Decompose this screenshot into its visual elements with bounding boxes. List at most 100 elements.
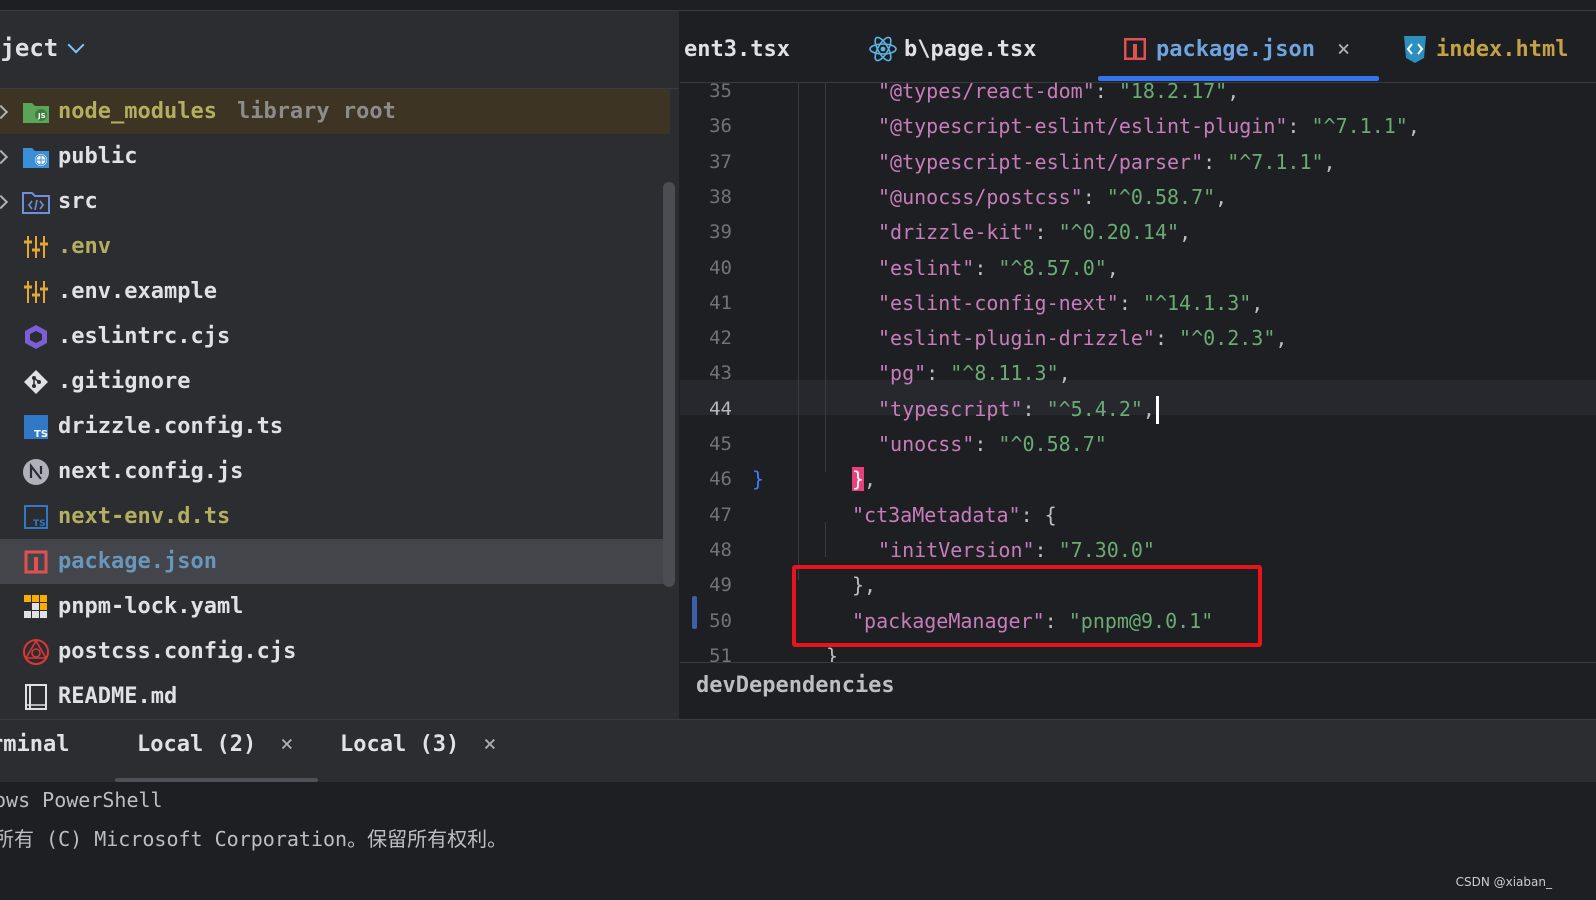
chevron-right-icon[interactable] — [0, 149, 9, 164]
comma: , — [1227, 79, 1240, 103]
line-number: 42 — [709, 327, 732, 350]
tree-item-label: node_modules — [58, 99, 217, 124]
colon: : — [1020, 502, 1045, 527]
code-line[interactable]: "eslint-plugin-drizzle": "^0.2.3", — [878, 321, 1287, 356]
tree-item-label: public — [58, 144, 138, 169]
code-line[interactable]: "unocss": "^0.58.7" — [878, 427, 1107, 462]
json-key: "@typescript-eslint/parser" — [878, 149, 1204, 174]
tree-item-label: next-env.d.ts — [58, 504, 231, 529]
json-string-value: "^0.2.3" — [1179, 326, 1276, 351]
code-line[interactable]: "eslint": "^8.57.0", — [878, 251, 1119, 286]
typescript-icon: TS — [22, 413, 50, 441]
window-top-strip — [0, 0, 1596, 11]
project-tree: JS node_modules library root public src .env.… — [0, 89, 670, 719]
comma: , — [1106, 255, 1119, 280]
json-string-value: "^0.58.7" — [1106, 184, 1216, 209]
tree-item-postcss-config-cjs[interactable]: postcss.config.cjs — [0, 629, 670, 674]
react-icon — [868, 34, 898, 64]
json-key: "unocss" — [878, 432, 975, 456]
close-icon[interactable]: × — [483, 732, 496, 757]
tree-item-src[interactable]: src — [0, 179, 670, 224]
highlight-annotation-box — [792, 565, 1262, 647]
comma: , — [1275, 326, 1288, 351]
json-string-value: "^7.1.1" — [1227, 149, 1324, 174]
json-string-value: "^8.11.3" — [950, 361, 1059, 386]
folder-web-icon — [22, 143, 50, 171]
code-line[interactable]: }, — [852, 462, 876, 497]
json-key: "@typescript-eslint/eslint-plugin" — [878, 114, 1288, 139]
tab-label: package.json — [1156, 36, 1315, 62]
line-number: 36 — [709, 115, 732, 138]
tab-package-json[interactable]: package.json × — [1124, 32, 1350, 66]
tree-item-package-json[interactable]: package.json — [0, 539, 668, 584]
line-number: 48 — [709, 538, 732, 561]
code-line[interactable]: "initVersion": "7.30.0" — [878, 533, 1155, 568]
tree-item-gitignore[interactable]: .gitignore — [0, 359, 670, 404]
svg-text:JS: JS — [37, 112, 46, 120]
code-line[interactable]: "typescript": "^5.4.2", — [878, 392, 1159, 427]
terminal-line: 所有 (C) Microsoft Corporation。保留所有权利。 — [0, 827, 508, 851]
tree-item-public[interactable]: public — [0, 134, 670, 179]
tree-item-drizzle-config-ts[interactable]: TS drizzle.config.ts — [0, 404, 670, 449]
close-icon[interactable]: × — [1337, 37, 1350, 62]
project-title: oject — [0, 34, 59, 62]
line-number: 49 — [709, 574, 732, 597]
comma: , — [1142, 396, 1155, 421]
terminal-tab-local-3[interactable]: Local (3) × — [340, 732, 496, 757]
tab-index-html[interactable]: index.html — [1402, 32, 1568, 66]
tree-item-pnpm-lock-yaml[interactable]: pnpm-lock.yaml — [0, 584, 670, 629]
line-number: 40 — [709, 256, 732, 279]
tree-item-label: .gitignore — [58, 369, 191, 394]
tree-item-env-example[interactable]: .env.example — [0, 269, 670, 314]
code-line[interactable]: "@typescript-eslint/parser": "^7.1.1", — [878, 145, 1336, 180]
breadcrumb-bar: devDependencies — [680, 662, 1596, 719]
tree-item-node-modules[interactable]: JS node_modules library root — [0, 89, 670, 134]
env-file-icon — [22, 233, 50, 261]
tab-label: b\page.tsx — [904, 36, 1037, 62]
code-line[interactable]: "@unocss/postcss": "^0.58.7", — [878, 180, 1227, 215]
json-key: "@types/react-dom" — [878, 79, 1095, 103]
code-line[interactable]: "drizzle-kit": "^0.20.14", — [878, 215, 1191, 250]
terminal-output[interactable]: ows PowerShell 所有 (C) Microsoft Corporat… — [0, 782, 1596, 900]
project-scrollbar[interactable] — [663, 182, 675, 587]
code-line[interactable]: "eslint-config-next": "^14.1.3", — [878, 286, 1263, 321]
terminal-line: ows PowerShell — [0, 788, 163, 812]
tree-item-readme-md[interactable]: README.md — [0, 674, 670, 719]
tree-item-label: pnpm-lock.yaml — [58, 594, 244, 619]
colon: : — [1203, 149, 1228, 174]
close-icon[interactable]: × — [280, 732, 293, 757]
tree-item-label: .env — [58, 234, 111, 259]
terminal-panel: rminal Local (2) × Local (3) × ows PowerSh… — [0, 719, 1596, 900]
chevron-right-icon[interactable] — [0, 104, 9, 119]
code-line[interactable]: "@typescript-eslint/eslint-plugin": "^7.… — [878, 109, 1420, 144]
project-header[interactable]: oject — [0, 26, 85, 70]
tab-page-tsx[interactable]: b\page.tsx — [868, 32, 1036, 66]
colon: : — [1094, 79, 1119, 103]
terminal-tab-label: Local (2) — [137, 732, 257, 757]
pnpm-icon — [22, 593, 50, 621]
colon: : — [1287, 114, 1312, 139]
svg-text:TS: TS — [34, 429, 48, 440]
code-line[interactable]: "@types/react-dom": "18.2.17", — [878, 74, 1239, 109]
terminal-tab-local-2[interactable]: Local (2) × — [137, 732, 293, 757]
tree-item-next-env-d-ts[interactable]: TS next-env.d.ts — [0, 494, 670, 539]
code-line[interactable]: "ct3aMetadata": { — [852, 498, 1057, 533]
chevron-down-icon[interactable] — [67, 36, 85, 54]
tree-item-eslintrc-cjs[interactable]: .eslintrc.cjs — [0, 314, 670, 359]
code-line[interactable]: "pg": "^8.11.3", — [878, 356, 1071, 391]
open-brace: { — [1044, 502, 1057, 527]
colon: : — [1154, 326, 1180, 351]
chevron-right-icon[interactable] — [0, 194, 9, 209]
folder-node-icon: JS — [22, 98, 50, 126]
breadcrumb[interactable]: devDependencies — [696, 673, 895, 698]
indent-guide — [825, 522, 826, 557]
comma: , — [1251, 290, 1264, 315]
line-number: 50 — [709, 609, 732, 632]
colon: : — [1118, 290, 1143, 315]
tree-item-env[interactable]: .env — [0, 224, 670, 269]
tab-ent3-tsx[interactable]: ent3.tsx — [684, 32, 790, 66]
html-icon — [1402, 34, 1428, 64]
npm-icon — [1124, 38, 1146, 60]
line-number: 43 — [709, 362, 732, 385]
tree-item-next-config-js[interactable]: next.config.js — [0, 449, 670, 494]
